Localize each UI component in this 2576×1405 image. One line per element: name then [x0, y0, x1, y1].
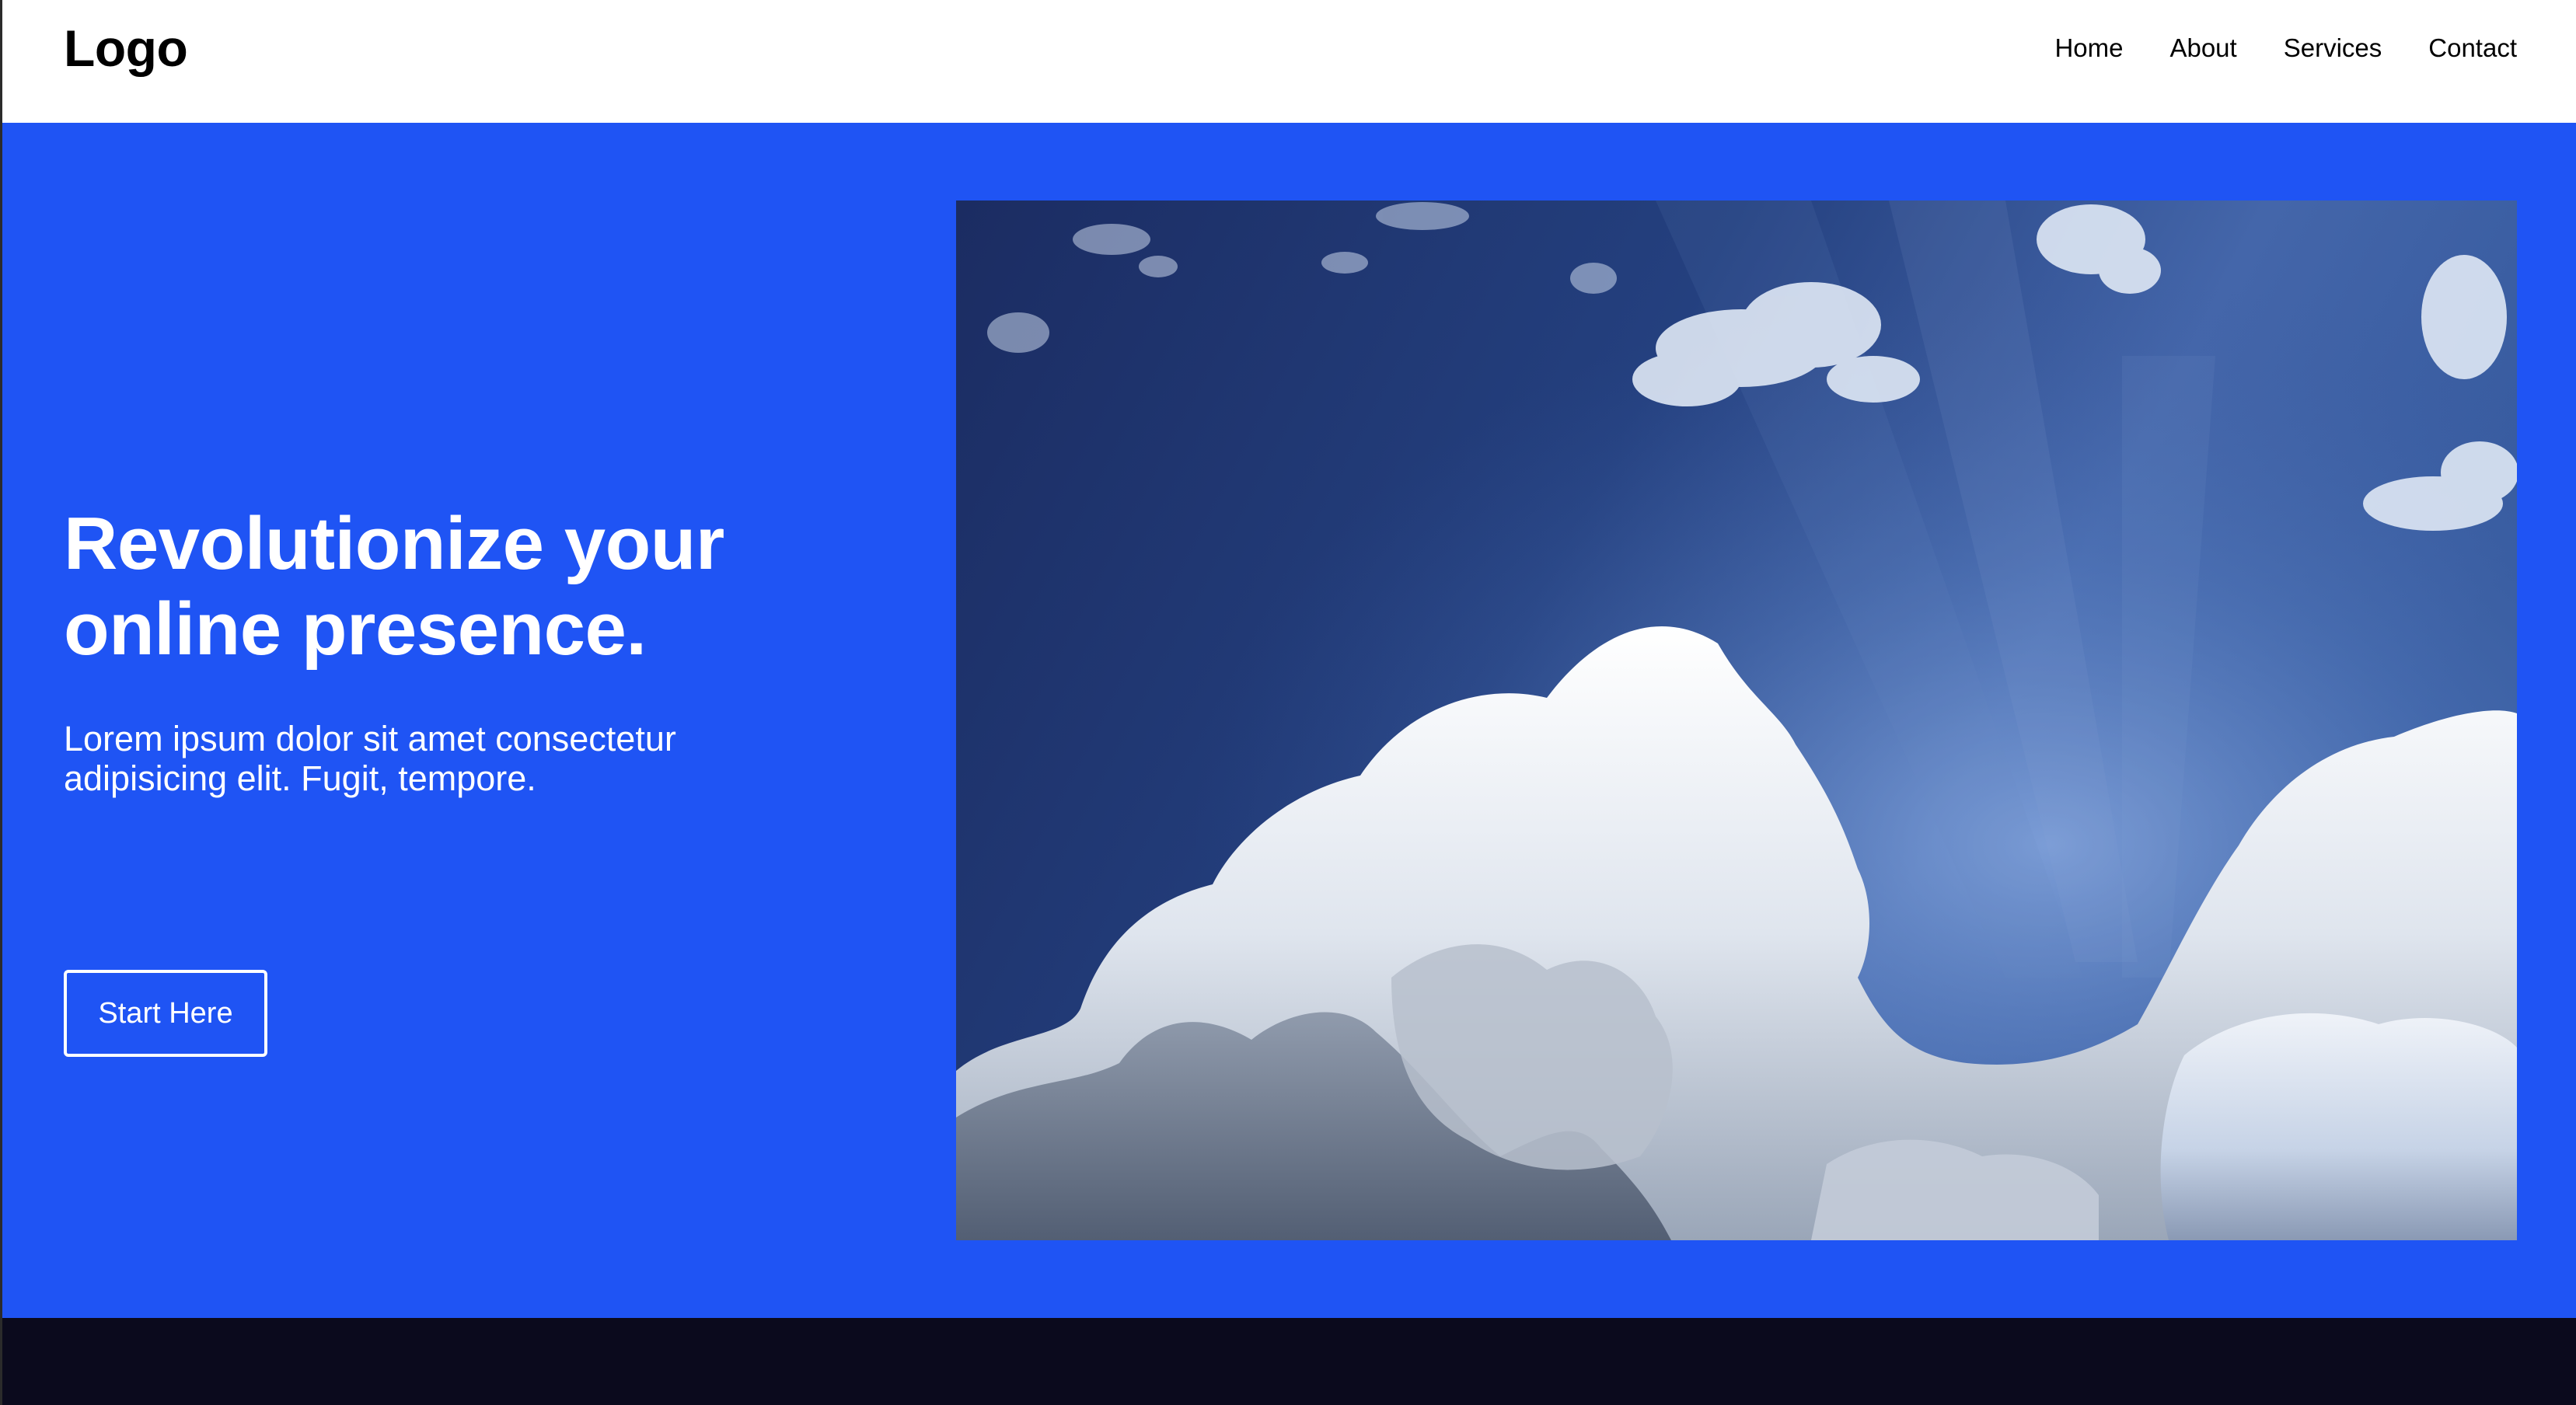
page: Logo Home About Services Contact Revolut… [0, 0, 2576, 1405]
hero-title-line-2: online presence. [64, 587, 647, 671]
site-header: Logo Home About Services Contact [0, 0, 2576, 123]
sky-clouds-image [956, 200, 2517, 1240]
sky-clouds-photo-icon [956, 200, 2517, 1240]
hero-section: Revolutionize your online presence. Lore… [0, 123, 2576, 1318]
hero-description: Lorem ipsum dolor sit amet consectetur a… [64, 719, 676, 798]
nav-link-about[interactable]: About [2169, 30, 2236, 67]
nav-link-home[interactable]: Home [2054, 30, 2123, 67]
nav-link-contact[interactable]: Contact [2428, 30, 2517, 67]
start-here-button[interactable]: Start Here [64, 970, 267, 1057]
hero-text: Revolutionize your online presence. Lore… [64, 501, 888, 1057]
footer-band [0, 1318, 2576, 1405]
main-nav: Home About Services Contact [2008, 30, 2517, 67]
logo[interactable]: Logo [64, 17, 188, 79]
window-edge [0, 0, 2, 1405]
hero-title: Revolutionize your online presence. [64, 501, 888, 672]
nav-link-services[interactable]: Services [2284, 30, 2382, 67]
hero-title-line-1: Revolutionize your [64, 502, 724, 585]
